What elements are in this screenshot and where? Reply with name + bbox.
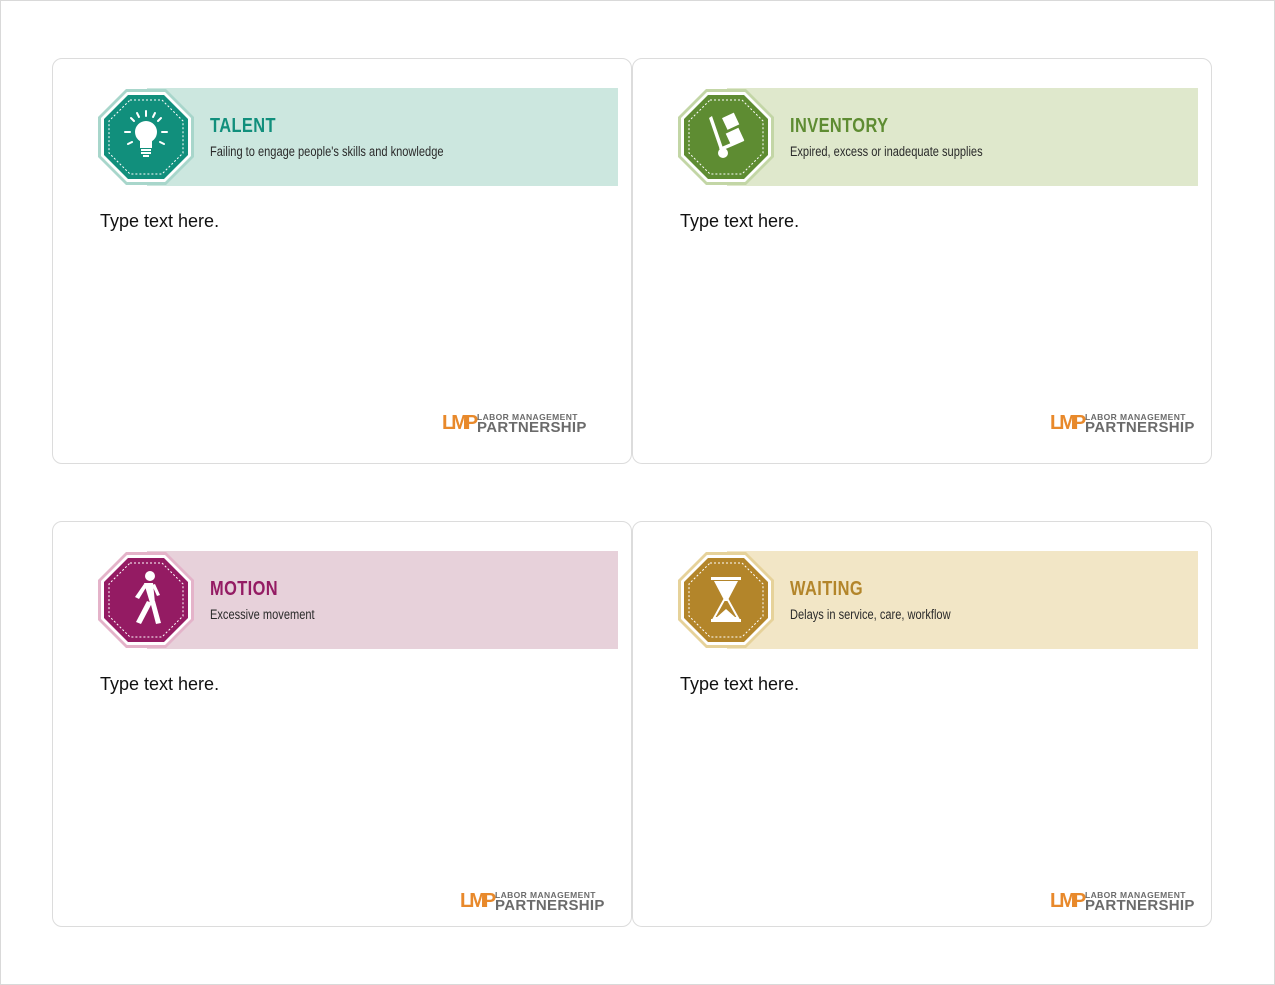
card-body-text[interactable]: Type text here. [100, 211, 219, 232]
walking-person-icon [98, 552, 194, 648]
card-body-text[interactable]: Type text here. [680, 211, 799, 232]
logo-line2: PARTNERSHIP [1085, 419, 1195, 436]
card-title: WAITING [790, 578, 864, 600]
logo-line2: PARTNERSHIP [477, 419, 587, 436]
card-body-text[interactable]: Type text here. [680, 674, 799, 695]
logo-mark: LMP [1050, 890, 1086, 912]
logo-mark: LMP [442, 412, 478, 434]
card-motion: MOTION Excessive movement Type text here… [52, 521, 632, 927]
logo-mark: LMP [1050, 412, 1086, 434]
card-waiting: WAITING Delays in service, care, workflo… [632, 521, 1212, 927]
lightbulb-icon [98, 89, 194, 185]
card-body-text[interactable]: Type text here. [100, 674, 219, 695]
logo-mark: LMP [460, 890, 496, 912]
card-subtitle: Excessive movement [210, 607, 315, 622]
card-subtitle: Expired, excess or inadequate supplies [790, 144, 983, 159]
card-banner: WAITING Delays in service, care, workflo… [677, 551, 1198, 649]
card-banner: INVENTORY Expired, excess or inadequate … [677, 88, 1198, 186]
card-subtitle: Delays in service, care, workflow [790, 607, 951, 622]
hourglass-icon [678, 552, 774, 648]
logo-line2: PARTNERSHIP [495, 897, 605, 914]
logo-line2: PARTNERSHIP [1085, 897, 1195, 914]
card-title: TALENT [210, 115, 276, 137]
card-title: INVENTORY [790, 115, 889, 137]
card-title: MOTION [210, 578, 279, 600]
card-banner: TALENT Failing to engage people's skills… [97, 88, 618, 186]
hand-truck-icon [678, 89, 774, 185]
card-inventory: INVENTORY Expired, excess or inadequate … [632, 58, 1212, 464]
lmp-logo: LMP LABOR MANAGEMENT PARTNERSHIP [1050, 412, 1200, 436]
lmp-logo: LMP LABOR MANAGEMENT PARTNERSHIP [1050, 890, 1200, 914]
card-talent: TALENT Failing to engage people's skills… [52, 58, 632, 464]
card-subtitle: Failing to engage people's skills and kn… [210, 144, 444, 159]
lmp-logo: LMP LABOR MANAGEMENT PARTNERSHIP [460, 890, 610, 914]
card-banner: MOTION Excessive movement [97, 551, 618, 649]
lmp-logo: LMP LABOR MANAGEMENT PARTNERSHIP [442, 412, 592, 436]
